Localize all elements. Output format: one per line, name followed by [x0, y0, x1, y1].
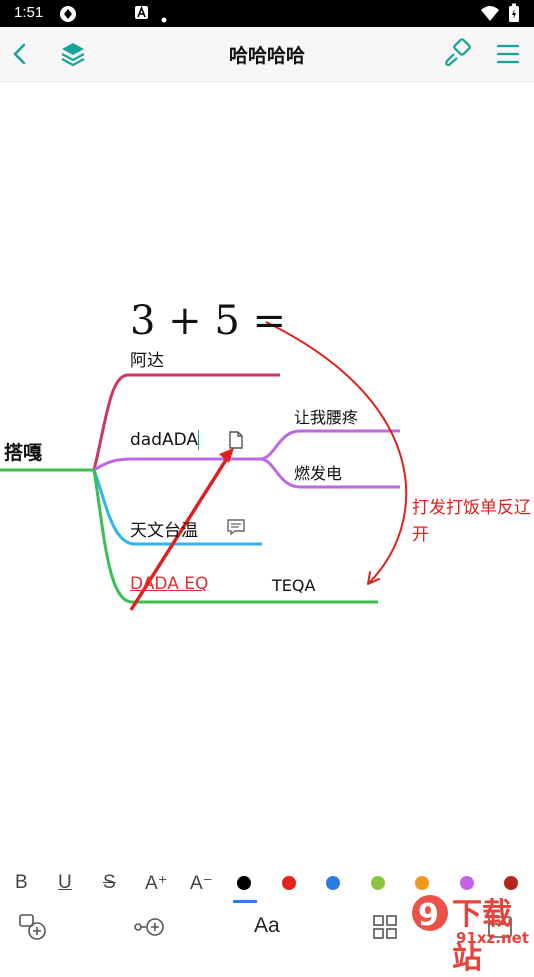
root-node[interactable]: 搭嘎	[4, 438, 42, 465]
decrease-font-button[interactable]: A⁻	[190, 872, 213, 895]
watermark: 9 下载站 91xz.net	[408, 883, 534, 976]
text-style-button[interactable]: Aa	[254, 914, 280, 938]
layout-button[interactable]	[370, 912, 400, 946]
a-notification-icon	[134, 4, 150, 24]
app-notification-icon	[58, 4, 78, 28]
dot-icon	[160, 9, 168, 28]
color-black-swatch[interactable]	[237, 876, 251, 890]
color-green-swatch[interactable]	[371, 876, 385, 890]
strikethrough-button[interactable]: S	[103, 872, 116, 894]
watermark-url: 91xz.net	[456, 929, 530, 947]
svg-text:9: 9	[418, 898, 439, 933]
add-node-icon	[134, 918, 164, 936]
increase-font-button[interactable]: A⁺	[145, 872, 168, 895]
hamburger-menu-icon	[496, 44, 520, 64]
mindmap-canvas[interactable]: 搭嘎 3 + 5 = 阿达 dadADA 让我腰疼 燃发电 天文台温 DADA …	[0, 82, 534, 862]
format-brush-button[interactable]	[440, 37, 474, 71]
mindmap-connectors	[0, 321, 408, 611]
text-cursor	[198, 430, 200, 450]
annotation-line-1: 打发打饭单反辽	[412, 498, 531, 518]
add-topic-icon	[19, 914, 46, 940]
add-child-topic-button[interactable]	[18, 912, 48, 946]
branch-node-link[interactable]: DADA EQ	[130, 574, 208, 594]
wifi-icon	[480, 4, 500, 26]
annotation-line-2: 开	[412, 525, 429, 545]
branch-node-ada[interactable]: 阿达	[130, 346, 164, 371]
color-red-swatch[interactable]	[282, 876, 296, 890]
battery-icon	[508, 3, 520, 27]
branch-node-observatory[interactable]: 天文台温	[130, 516, 198, 541]
menu-button[interactable]	[492, 37, 526, 71]
sub-node-2[interactable]: 燃发电	[294, 460, 342, 484]
add-sibling-topic-button[interactable]	[133, 912, 167, 946]
paint-brush-icon	[445, 38, 471, 67]
branch-node-label: dadADA	[130, 430, 199, 450]
status-bar: 1:51	[0, 0, 534, 27]
bold-button[interactable]: B	[15, 872, 28, 894]
branch-node-dadada[interactable]: dadADA	[130, 430, 200, 450]
status-time: 1:51	[14, 4, 44, 21]
grid-layout-icon	[373, 915, 397, 939]
branch-node-teqa[interactable]: TEQA	[272, 576, 315, 595]
top-app-bar: 哈哈哈哈	[0, 27, 534, 82]
underline-button[interactable]: U	[58, 872, 72, 894]
sub-node-1[interactable]: 让我腰疼	[294, 404, 358, 428]
formula-node[interactable]: 3 + 5 =	[130, 298, 286, 344]
color-blue-swatch[interactable]	[326, 876, 340, 890]
selected-color-indicator	[233, 900, 257, 903]
